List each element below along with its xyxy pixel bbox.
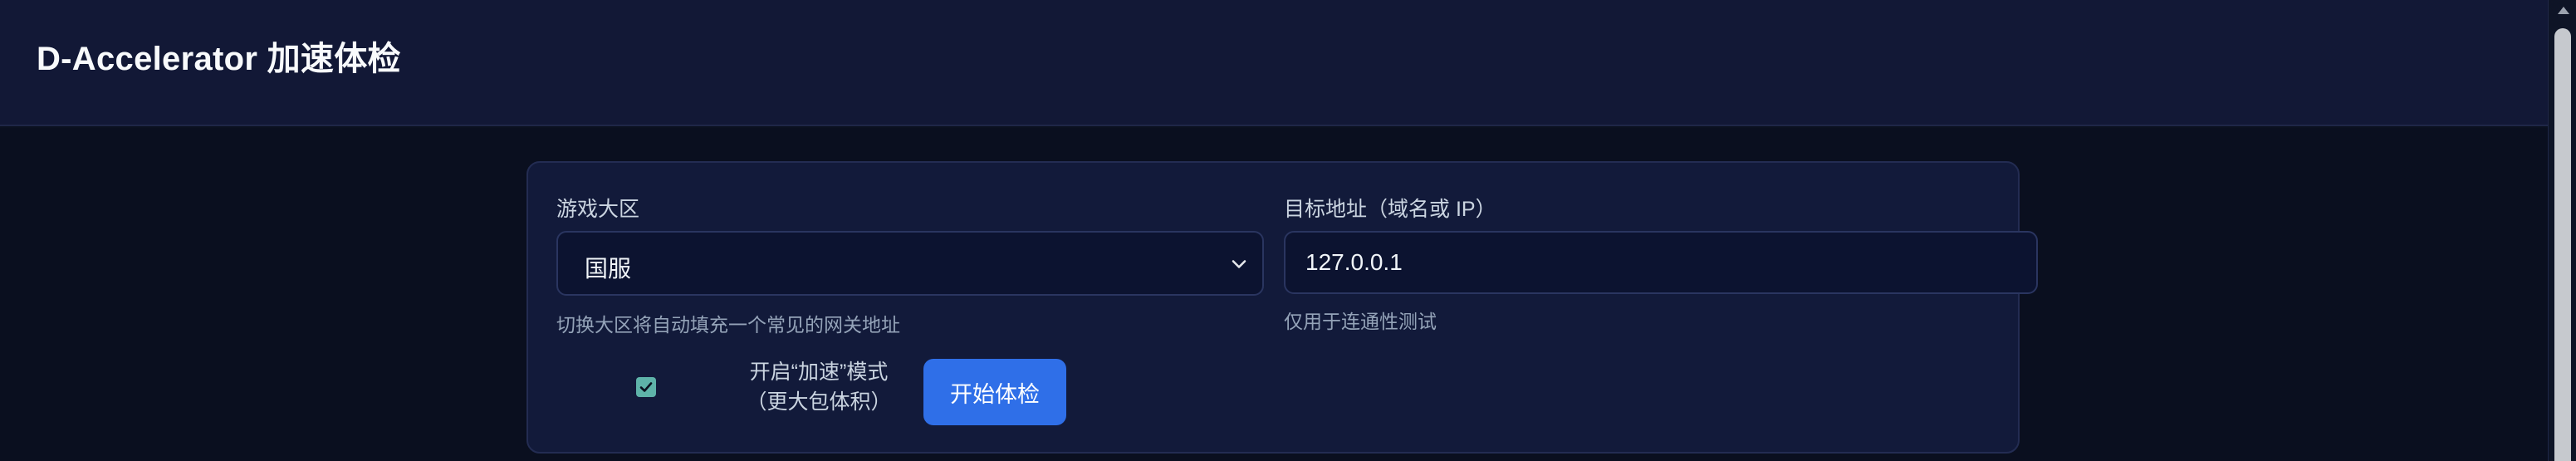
chevron-down-icon [1232, 260, 1246, 268]
scroll-up-arrow-icon[interactable] [2558, 7, 2569, 14]
region-select[interactable]: 国服 [556, 231, 1264, 296]
check-icon [639, 382, 653, 392]
accel-mode-label: 开启“加速”模式 （更大包体积） [736, 357, 902, 417]
region-select-value: 国服 [585, 256, 632, 282]
scroll-thumb[interactable] [2554, 28, 2571, 461]
target-hint: 仅用于连通性测试 [1284, 311, 1437, 332]
accel-mode-checkbox[interactable] [636, 377, 656, 397]
region-label: 游戏大区 [556, 198, 640, 221]
check-form-card: 游戏大区 国服 切换大区将自动填充一个常见的网关地址 目标地址（域名或 IP） … [526, 161, 2038, 454]
accel-mode-label-line2: （更大包体积） [746, 390, 892, 414]
app-page: D-Accelerator 加速体检 游戏大区 国服 切换大区将自动填充一个常见… [0, 0, 2576, 461]
main-area: 游戏大区 国服 切换大区将自动填充一个常见的网关地址 目标地址（域名或 IP） … [0, 128, 2548, 461]
region-hint: 切换大区将自动填充一个常见的网关地址 [556, 314, 900, 336]
app-title: D-Accelerator 加速体检 [37, 41, 401, 77]
start-check-button[interactable]: 开始体检 [923, 359, 1066, 425]
accel-mode-label-line1: 开启“加速”模式 [749, 360, 889, 384]
vertical-scrollbar[interactable] [2548, 0, 2576, 461]
target-address-input[interactable] [1284, 231, 2038, 294]
target-label: 目标地址（域名或 IP） [1284, 198, 1496, 221]
top-header: D-Accelerator 加速体检 [0, 0, 2548, 126]
